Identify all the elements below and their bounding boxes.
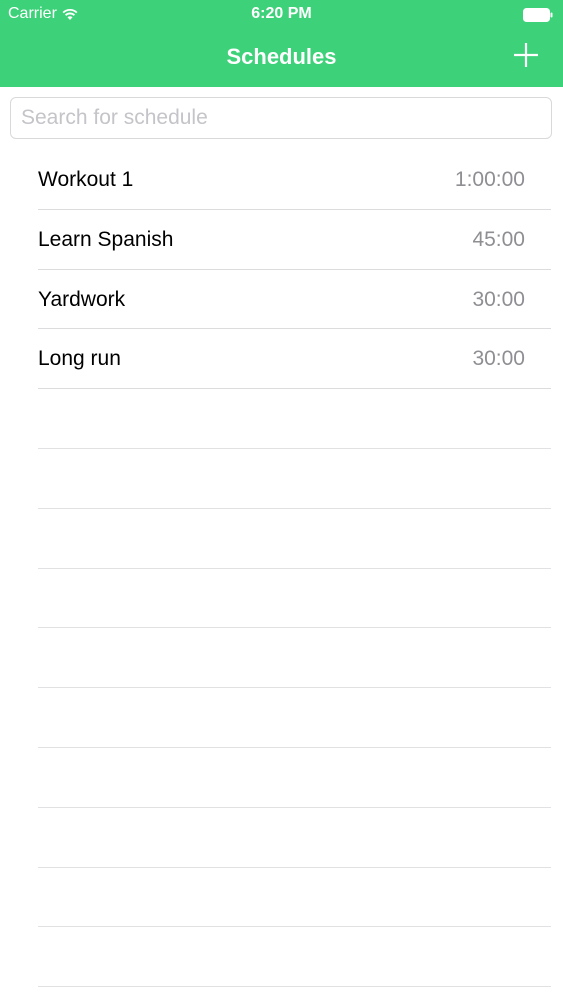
empty-row [0, 748, 563, 808]
schedule-list: Workout 1 1:00:00 Learn Spanish 45:00 Ya… [0, 150, 563, 987]
schedule-name: Yardwork [38, 287, 126, 311]
schedule-duration: 1:00:00 [454, 168, 525, 191]
empty-row [0, 868, 563, 928]
schedule-name: Learn Spanish [38, 227, 174, 251]
navigation-header: Carrier 6:20 PM Schedules [0, 0, 563, 87]
schedule-name: Long run [38, 347, 121, 371]
schedule-row[interactable]: Yardwork 30:00 [0, 270, 563, 330]
empty-row [0, 509, 563, 569]
add-schedule-button[interactable] [513, 42, 539, 68]
schedule-duration: 30:00 [472, 287, 525, 311]
schedule-duration: 30:00 [472, 347, 525, 371]
schedule-name: Workout 1 [38, 168, 134, 191]
schedule-row[interactable]: Long run 30:00 [0, 329, 563, 389]
plus-icon [514, 43, 538, 67]
schedule-duration: 45:00 [472, 227, 525, 251]
empty-row [0, 688, 563, 748]
empty-row [0, 389, 563, 449]
battery-icon [523, 8, 553, 22]
schedule-row[interactable]: Workout 1 1:00:00 [0, 150, 563, 210]
empty-row [0, 927, 563, 987]
status-bar: Carrier 6:20 PM [0, 0, 563, 30]
page-title: Schedules [226, 44, 337, 69]
empty-row [0, 569, 563, 629]
empty-row [0, 449, 563, 509]
search-input[interactable] [11, 98, 551, 138]
empty-row [0, 628, 563, 688]
empty-row [0, 808, 563, 868]
search-bar [10, 97, 552, 139]
schedule-row[interactable]: Learn Spanish 45:00 [0, 210, 563, 270]
status-time: 6:20 PM [251, 5, 312, 22]
